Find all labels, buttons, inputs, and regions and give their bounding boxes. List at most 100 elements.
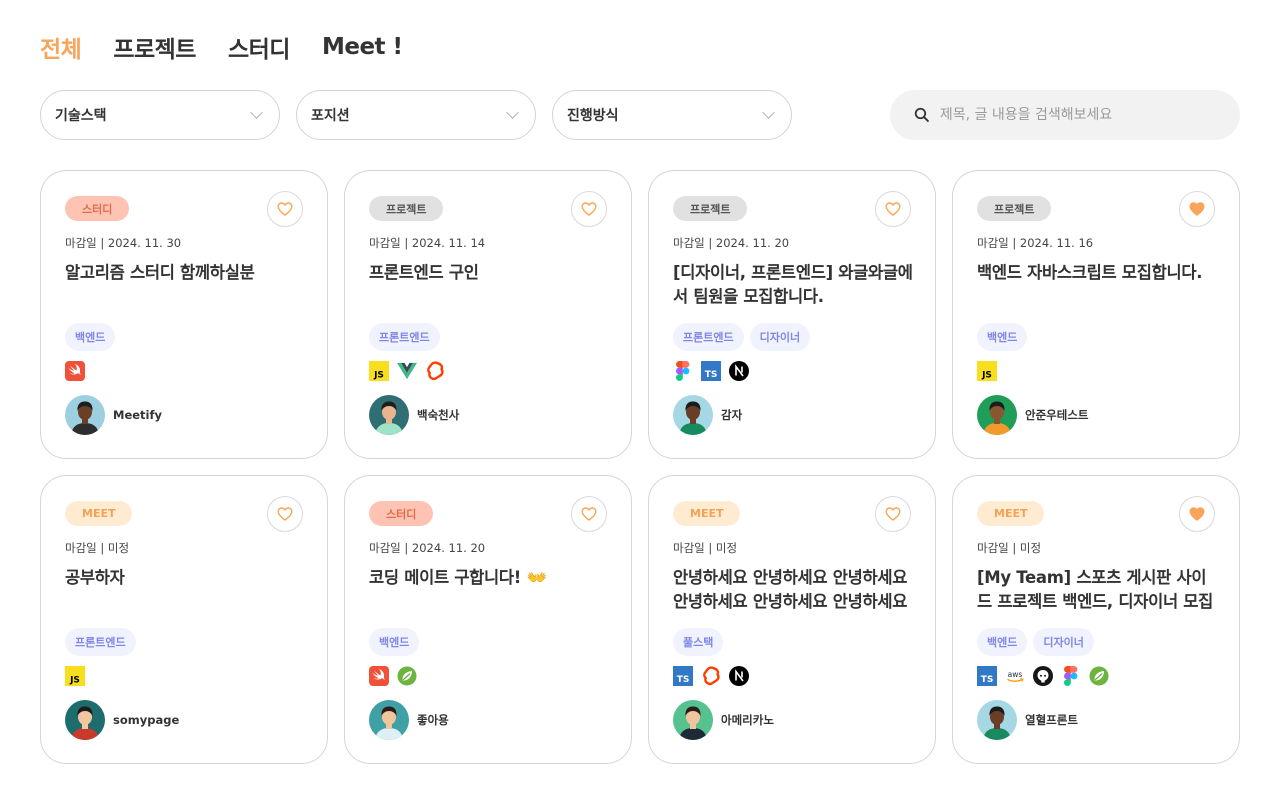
avatar xyxy=(673,395,713,435)
position-filter-label: 포지션 xyxy=(311,108,350,124)
svg-text:aws: aws xyxy=(1008,670,1023,679)
tech-stack-icons: JS xyxy=(369,361,445,381)
position-tag: 백엔드 xyxy=(65,323,116,351)
nextjs-icon xyxy=(729,361,749,381)
post-title: [디자이너, 프론트엔드] 와글와글에서 팀원을 모집합니다. xyxy=(673,263,913,306)
post-card[interactable]: 프로젝트 마감일 | 2024. 11. 14 프론트엔드 구인 프론트엔드 JS 백숙천… xyxy=(344,170,632,459)
stack-filter-select[interactable]: 기술스택 xyxy=(40,90,280,140)
author-name: somypage xyxy=(113,713,180,727)
tech-stack-icons: JS xyxy=(977,361,997,381)
github-icon xyxy=(1033,666,1053,686)
post-card[interactable]: 스터디 마감일 | 2024. 11. 30 알고리즘 스터디 함께하실분 백엔드 Me… xyxy=(40,170,328,459)
tab-project[interactable]: 프로젝트 xyxy=(113,30,196,64)
position-tags: 백엔드 xyxy=(65,323,116,351)
heart-icon xyxy=(581,507,597,521)
mode-filter-select[interactable]: 진행방식 xyxy=(552,90,792,140)
tech-stack-icons: TS xyxy=(673,361,749,381)
author: 아메리카노 xyxy=(673,700,774,740)
position-tags: 프론트엔드 xyxy=(369,323,440,351)
search-input[interactable] xyxy=(939,107,1218,123)
position-tags: 프론트엔드 디자이너 xyxy=(673,323,811,351)
typescript-icon: TS xyxy=(701,361,721,381)
tech-stack-icons: JS xyxy=(65,666,85,686)
author-name: 좋아용 xyxy=(417,713,449,727)
figma-icon xyxy=(673,361,693,381)
filter-bar: 기술스택 포지션 진행방식 xyxy=(40,90,1240,140)
post-card[interactable]: MEET 마감일 | 미정 공부하자 프론트엔드 JS somypage xyxy=(40,475,328,764)
swift-icon xyxy=(65,361,85,381)
position-tags: 백엔드 xyxy=(977,323,1028,351)
tab-meet[interactable]: Meet ! xyxy=(322,34,403,60)
deadline-text: 마감일 | 2024. 11. 20 xyxy=(673,236,790,250)
heart-icon xyxy=(885,507,901,521)
deadline-text: 마감일 | 미정 xyxy=(673,541,738,555)
author-name: 아메리카노 xyxy=(721,713,774,727)
position-tags: 백엔드 xyxy=(369,628,420,656)
post-card[interactable]: MEET 마감일 | 미정 [My Team] 스포츠 게시판 사이드 프로젝트 백… xyxy=(952,475,1240,764)
type-badge: MEET xyxy=(977,501,1045,526)
tab-study[interactable]: 스터디 xyxy=(228,30,290,64)
position-tag: 프론트엔드 xyxy=(673,323,744,351)
author: 좋아용 xyxy=(369,700,449,740)
position-tag: 백엔드 xyxy=(977,323,1028,351)
post-card[interactable]: MEET 마감일 | 미정 안녕하세요 안녕하세요 안녕하세요 안녕하세요 안녕하세… xyxy=(648,475,936,764)
author-name: 열혈프론트 xyxy=(1025,713,1078,727)
typescript-icon: TS xyxy=(977,666,997,686)
type-badge: 스터디 xyxy=(369,501,434,526)
like-button[interactable] xyxy=(267,191,303,227)
post-title: 코딩 메이트 구합니다! 👐 xyxy=(369,568,547,587)
like-button[interactable] xyxy=(571,191,607,227)
chevron-down-icon xyxy=(250,106,263,119)
like-button[interactable] xyxy=(267,496,303,532)
avatar xyxy=(369,700,409,740)
type-badge: MEET xyxy=(65,501,133,526)
chevron-down-icon xyxy=(506,106,519,119)
post-title: 알고리즘 스터디 함께하실분 xyxy=(65,263,255,282)
post-card[interactable]: 스터디마감일 | 2024. 11. 20 코딩 메이트 구합니다! 👐 백엔드좋아… xyxy=(344,475,632,764)
deadline-text: 마감일 | 2024. 11. 30 xyxy=(65,236,182,250)
type-badge: 프로젝트 xyxy=(369,196,444,221)
position-tags: 풀스택 xyxy=(673,628,724,656)
heart-icon xyxy=(277,202,293,216)
post-title: 프론트엔드 구인 xyxy=(369,263,479,282)
spring-icon xyxy=(397,666,417,686)
like-button[interactable] xyxy=(571,496,607,532)
position-tags: 백엔드 디자이너 xyxy=(977,628,1094,656)
deadline-text: 마감일 | 2024. 11. 20 xyxy=(369,541,486,555)
like-button[interactable] xyxy=(1179,496,1215,532)
svelte-icon xyxy=(425,361,445,381)
tab-all[interactable]: 전체 xyxy=(40,30,82,64)
javascript-icon: JS xyxy=(977,361,997,381)
deadline-text: 마감일 | 미정 xyxy=(65,541,130,555)
post-title: 백엔드 자바스크립트 모집합니다. xyxy=(977,263,1203,282)
like-button[interactable] xyxy=(875,496,911,532)
tech-stack-icons: TS xyxy=(673,666,749,686)
author: somypage xyxy=(65,700,179,740)
svg-text:TS: TS xyxy=(981,675,994,685)
svg-text:JS: JS xyxy=(69,676,80,686)
svg-text:JS: JS xyxy=(981,371,992,381)
svelte-icon xyxy=(701,666,721,686)
author-name: 감자 xyxy=(721,408,743,422)
avatar xyxy=(673,700,713,740)
like-button[interactable] xyxy=(875,191,911,227)
position-tag: 백엔드 xyxy=(369,628,420,656)
position-tag: 풀스택 xyxy=(673,628,724,656)
post-title: 안녕하세요 안녕하세요 안녕하세요 안녕하세요 안녕하세요 안녕하세요 xyxy=(673,568,908,611)
search-icon xyxy=(914,107,929,122)
position-tag: 디자이너 xyxy=(1033,628,1094,656)
avatar xyxy=(369,395,409,435)
author: 안준우테스트 xyxy=(977,395,1088,435)
swift-icon xyxy=(369,666,389,686)
post-card[interactable]: 프로젝트 마감일 | 2024. 11. 20 [디자이너, 프론트엔드] 와글와글… xyxy=(648,170,936,459)
spring-icon xyxy=(1089,666,1109,686)
javascript-icon: JS xyxy=(369,361,389,381)
svg-text:JS: JS xyxy=(373,371,384,381)
svg-text:TS: TS xyxy=(677,675,690,685)
like-button[interactable] xyxy=(1179,191,1215,227)
post-card[interactable]: 프로젝트 마감일 | 2024. 11. 16 백엔드 자바스크립트 모집합니다. 백… xyxy=(952,170,1240,459)
position-filter-select[interactable]: 포지션 xyxy=(296,90,536,140)
chevron-down-icon xyxy=(762,106,775,119)
position-tag: 프론트엔드 xyxy=(65,628,136,656)
aws-icon: aws xyxy=(1005,666,1025,686)
